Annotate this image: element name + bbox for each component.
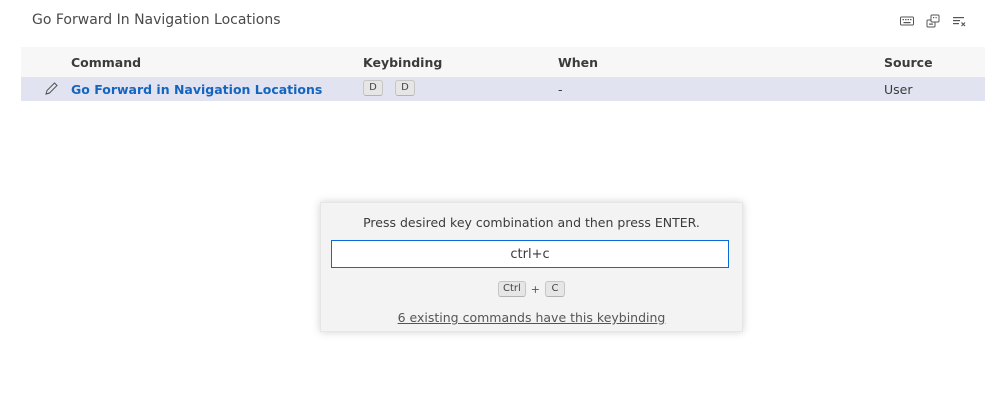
keybinding-input[interactable] — [331, 240, 729, 268]
dialog-message: Press desired key combination and then p… — [363, 215, 700, 230]
key-combination-preview: Ctrl + C — [321, 281, 742, 297]
source-value: User — [884, 82, 913, 97]
column-header-keybinding[interactable]: Keybinding — [363, 55, 442, 70]
column-header-source[interactable]: Source — [884, 55, 933, 70]
combo-separator: + — [530, 282, 540, 296]
keybinding-keys: D D — [363, 80, 415, 96]
existing-commands-link[interactable]: 6 existing commands have this keybinding — [321, 310, 742, 325]
header-actions — [899, 13, 967, 29]
keybindings-table: Command Keybinding When Source Go Forwar… — [21, 47, 985, 101]
key-cap: D — [363, 80, 383, 96]
table-row[interactable]: Go Forward in Navigation Locations D D -… — [21, 77, 985, 101]
record-keys-icon[interactable] — [925, 13, 941, 29]
key-cap: C — [545, 281, 565, 297]
command-label: Go Forward in Navigation Locations — [71, 82, 323, 97]
clear-list-icon[interactable] — [951, 13, 967, 29]
when-value: - — [558, 82, 563, 97]
search-query-title[interactable]: Go Forward In Navigation Locations — [32, 12, 281, 28]
edit-pencil-icon[interactable] — [43, 81, 59, 97]
column-header-when[interactable]: When — [558, 55, 598, 70]
keyboard-shortcuts-editor: Go Forward In Navigation Locations Comma… — [0, 0, 985, 418]
column-header-command[interactable]: Command — [71, 55, 141, 70]
table-header: Command Keybinding When Source — [21, 47, 985, 77]
key-cap: Ctrl — [497, 281, 526, 297]
keyboard-icon[interactable] — [899, 13, 915, 29]
key-cap: D — [395, 80, 415, 96]
define-keybinding-dialog: Press desired key combination and then p… — [320, 202, 743, 332]
